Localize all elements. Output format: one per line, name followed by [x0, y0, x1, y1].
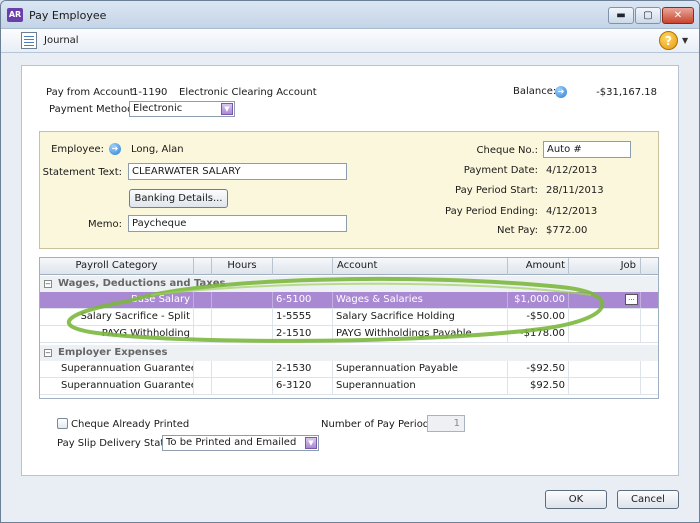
cheque-printed-checkbox[interactable]	[57, 418, 68, 429]
cheque-printed-label: Cheque Already Printed	[71, 419, 190, 430]
ok-button[interactable]: OK	[545, 490, 607, 509]
delivery-status-value: To be Printed and Emailed	[166, 437, 297, 448]
cancel-button[interactable]: Cancel	[617, 490, 679, 509]
delivery-status-select[interactable]: To be Printed and Emailed ▼	[162, 435, 319, 451]
delivery-status-label: Pay Slip Delivery Status:	[57, 438, 180, 449]
chevron-down-icon[interactable]: ▼	[305, 437, 317, 449]
pay-employee-window: AR Pay Employee ▬ ▢ ✕ Journal ? ▼ Pay fr…	[0, 0, 700, 523]
num-periods-label: Number of Pay Periods:	[321, 419, 438, 430]
num-periods-input[interactable]: 1	[427, 415, 465, 432]
